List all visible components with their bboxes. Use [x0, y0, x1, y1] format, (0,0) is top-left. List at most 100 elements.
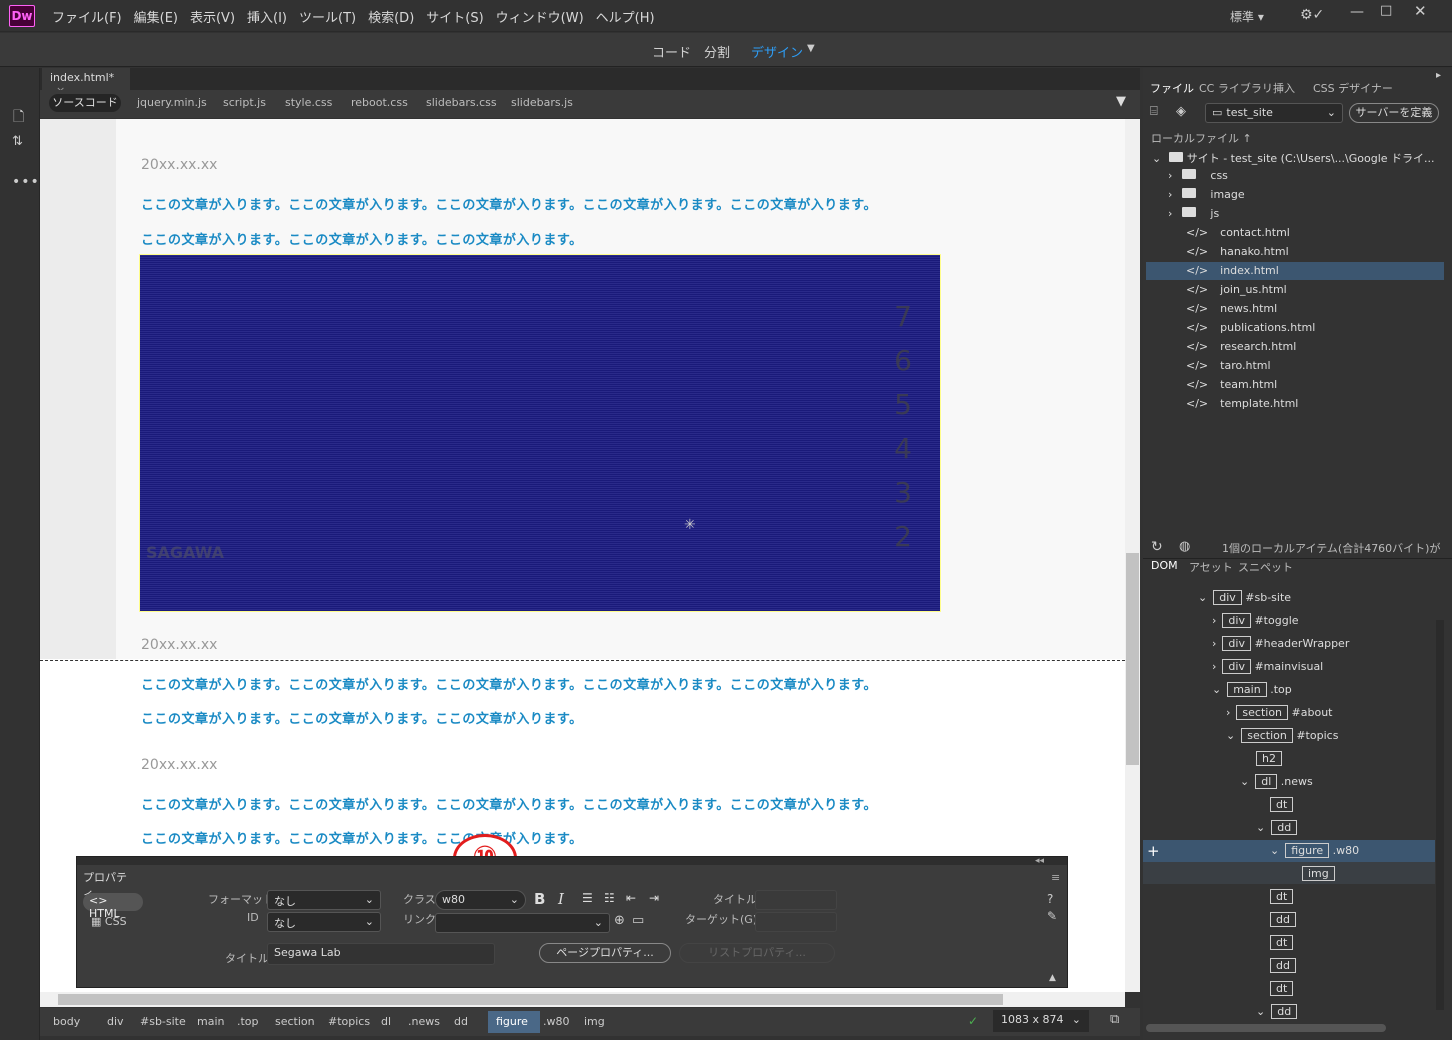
file-management-icon[interactable]: ⇅	[12, 134, 23, 149]
dom-node[interactable]: › div #toggle	[1212, 613, 1299, 628]
tag-crumb[interactable]: dd	[454, 1012, 468, 1032]
file-item[interactable]: </> join_us.html	[1186, 283, 1287, 296]
tag-crumb[interactable]: .top	[237, 1012, 259, 1032]
dom-node[interactable]: ⌄ div #sb-site	[1198, 590, 1291, 605]
close-window-icon[interactable]: ✕	[1414, 2, 1427, 20]
file-item[interactable]: </> contact.html	[1186, 226, 1290, 239]
tab-assets[interactable]: アセット	[1189, 559, 1233, 575]
horizontal-scroll-thumb[interactable]	[58, 994, 1003, 1005]
page-properties-button[interactable]: ページプロパティ...	[539, 943, 671, 963]
dom-node[interactable]: dd	[1270, 958, 1296, 973]
more-tools-icon[interactable]: •••	[12, 174, 40, 190]
dom-node[interactable]: ⌄ main .top	[1212, 682, 1292, 697]
class-select[interactable]: w80 ⌄	[435, 890, 526, 910]
refresh-icon[interactable]: ↻	[1151, 539, 1163, 555]
site-status-icon[interactable]: ◍	[1179, 539, 1190, 554]
menu-insert[interactable]: 挿入(I)	[241, 7, 293, 26]
vertical-scroll-thumb[interactable]	[1126, 553, 1139, 765]
connect-icon[interactable]: ⌸	[1150, 104, 1158, 119]
tab-css-designer[interactable]: CSS デザイナー	[1313, 80, 1393, 96]
tag-crumb[interactable]: body	[53, 1012, 80, 1032]
no-errors-icon[interactable]: ✓	[968, 1014, 978, 1028]
dom-node[interactable]: dt	[1270, 889, 1294, 904]
folder-image[interactable]: › image	[1168, 188, 1245, 201]
link-input[interactable]: ⌄	[435, 913, 610, 933]
tab-cc-libraries[interactable]: CC ライブラリ	[1199, 80, 1273, 96]
file-item[interactable]: </> hanako.html	[1186, 245, 1289, 258]
bold-button[interactable]: B	[534, 890, 545, 908]
tab-files[interactable]: ファイル	[1150, 80, 1194, 96]
file-item[interactable]: </> research.html	[1186, 340, 1296, 353]
live-view-icon[interactable]: ⧉	[1110, 1012, 1119, 1027]
indent-icon[interactable]: ⇥	[649, 891, 659, 905]
outdent-icon[interactable]: ⇤	[626, 891, 636, 905]
menu-tools[interactable]: ツール(T)	[293, 7, 362, 26]
open-document-icon[interactable]: 🗋	[13, 106, 24, 130]
related-file[interactable]: reboot.css	[351, 96, 408, 109]
dom-node[interactable]: dd	[1270, 912, 1296, 927]
page-title-input[interactable]: Segawa Lab	[267, 943, 495, 965]
related-file[interactable]: style.css	[285, 96, 332, 109]
menu-view[interactable]: 表示(V)	[184, 7, 241, 26]
tag-crumb[interactable]: #sb-site	[140, 1012, 186, 1032]
folder-js[interactable]: › js	[1168, 207, 1219, 220]
view-dropdown-icon[interactable]: ▼	[807, 43, 815, 54]
dom-horizontal-scroll[interactable]	[1146, 1024, 1386, 1032]
related-file[interactable]: jquery.min.js	[137, 96, 207, 109]
list-properties-button[interactable]: リストプロパティ...	[679, 943, 835, 963]
tag-crumb[interactable]: div	[107, 1012, 124, 1032]
dom-node[interactable]: dt	[1270, 935, 1294, 950]
dom-node[interactable]: dt	[1270, 797, 1294, 812]
file-item[interactable]: </> taro.html	[1186, 359, 1271, 372]
add-element-icon[interactable]: +	[1147, 842, 1160, 860]
local-files-header[interactable]: ローカルファイル ↑	[1151, 130, 1252, 146]
tag-crumb-selected[interactable]: figure	[496, 1012, 528, 1032]
file-item[interactable]: </> template.html	[1186, 397, 1298, 410]
dom-node[interactable]: ⌄ dl .news	[1240, 774, 1313, 789]
ordered-list-icon[interactable]: ☷	[604, 891, 615, 905]
design-view-tab[interactable]: デザイン	[751, 42, 803, 61]
minimize-icon[interactable]: —	[1350, 4, 1364, 20]
related-source-code[interactable]: ソースコード	[49, 94, 121, 112]
italic-button[interactable]: I	[558, 890, 564, 908]
tab-insert[interactable]: 挿入	[1273, 80, 1295, 96]
panel-scroll-icon[interactable]: ▸	[1436, 70, 1441, 81]
dom-node-selected[interactable]: ⌄ figure .w80	[1270, 843, 1359, 858]
title-input[interactable]	[755, 890, 837, 910]
expand-icon[interactable]: ▲	[1049, 973, 1056, 983]
tab-snippets[interactable]: スニペット	[1238, 559, 1293, 575]
dom-node[interactable]: ⌄ dd	[1256, 1004, 1298, 1019]
git-icon[interactable]: ◈	[1176, 104, 1186, 119]
dom-node[interactable]: img	[1302, 866, 1335, 881]
maximize-icon[interactable]: □	[1380, 3, 1392, 18]
menu-window[interactable]: ウィンドウ(W)	[490, 7, 590, 26]
tag-crumb[interactable]: #topics	[328, 1012, 370, 1032]
tab-dom[interactable]: DOM	[1151, 559, 1178, 572]
tag-crumb[interactable]: .news	[408, 1012, 440, 1032]
folder-css[interactable]: › css	[1168, 169, 1228, 182]
point-to-file-icon[interactable]: ⊕	[614, 913, 625, 928]
tag-crumb[interactable]: img	[584, 1012, 605, 1032]
html-mode-button[interactable]: <> HTML	[83, 893, 143, 920]
menu-edit[interactable]: 編集(E)	[128, 7, 184, 26]
css-mode-button[interactable]: ▦ CSS	[91, 915, 127, 928]
file-item[interactable]: </> publications.html	[1186, 321, 1315, 334]
format-select[interactable]: なし ⌄	[267, 890, 381, 910]
tag-crumb[interactable]: main	[197, 1012, 224, 1032]
file-item-selected[interactable]: </> index.html	[1186, 264, 1279, 277]
browse-folder-icon[interactable]: ▭	[632, 913, 644, 928]
related-file[interactable]: slidebars.css	[426, 96, 497, 109]
workspace-switcher[interactable]: 標準 ▾	[1230, 8, 1264, 25]
dom-node[interactable]: › div #mainvisual	[1212, 659, 1323, 674]
split-view-tab[interactable]: 分割	[704, 42, 730, 61]
menu-help[interactable]: ヘルプ(H)	[590, 7, 661, 26]
code-view-tab[interactable]: コード	[652, 42, 691, 61]
panel-menu-icon[interactable]: ≡	[1051, 871, 1060, 884]
dom-node[interactable]: ⌄ section #topics	[1226, 728, 1338, 743]
unordered-list-icon[interactable]: ☰	[582, 891, 593, 905]
related-file[interactable]: slidebars.js	[511, 96, 573, 109]
menu-find[interactable]: 検索(D)	[362, 7, 420, 26]
tag-crumb[interactable]: dl	[381, 1012, 391, 1032]
dom-node[interactable]: › div #headerWrapper	[1212, 636, 1349, 651]
id-select[interactable]: なし ⌄	[267, 912, 381, 932]
